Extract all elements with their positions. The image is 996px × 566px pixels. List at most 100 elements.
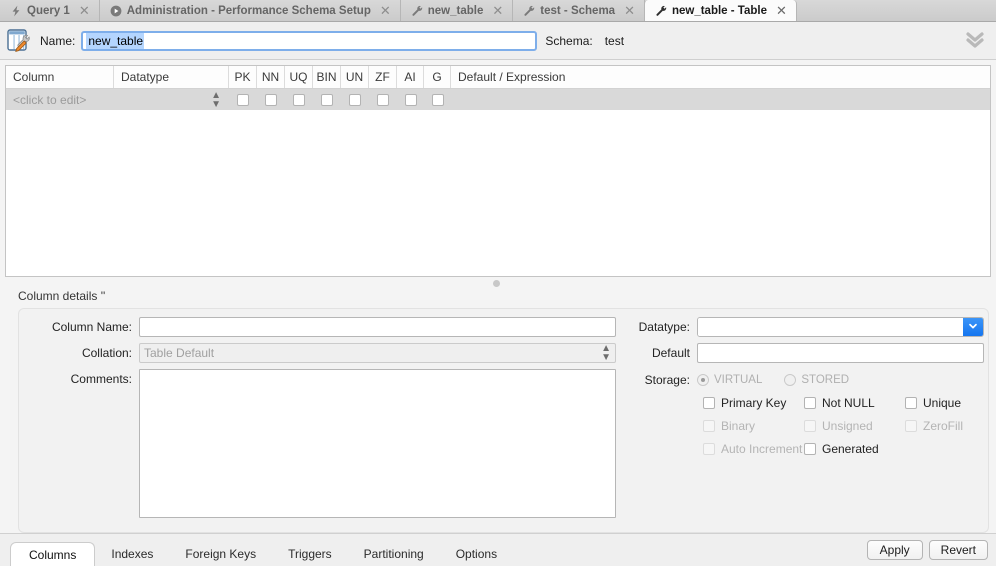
comments-textarea[interactable]	[139, 369, 616, 518]
datatype-label: Datatype:	[638, 320, 690, 334]
table-name-input[interactable]: new_table	[81, 30, 538, 51]
collation-stepper-icon[interactable]: ▲ ▼	[601, 344, 611, 363]
grid-header-pk[interactable]: PK	[229, 66, 257, 88]
apply-button[interactable]: Apply	[866, 540, 923, 560]
grid-header-datatype[interactable]: Datatype	[114, 66, 229, 88]
tab-query-1[interactable]: Query 1 ✕	[0, 0, 100, 21]
tab-foreign-keys[interactable]: Foreign Keys	[169, 542, 272, 566]
cell-default[interactable]	[451, 89, 990, 110]
tab-indexes[interactable]: Indexes	[95, 542, 169, 566]
checkbox-icon	[804, 420, 816, 432]
unsigned-label: Unsigned	[822, 419, 873, 433]
collation-label: Collation:	[81, 346, 132, 360]
tab-label: new_table	[427, 4, 484, 17]
panel-splitter[interactable]	[0, 277, 996, 289]
datatype-dropdown-button[interactable]	[963, 318, 983, 336]
grid-header-ai[interactable]: AI	[397, 66, 424, 88]
name-label: Name:	[40, 33, 76, 48]
generated-checkbox[interactable]: Generated	[804, 442, 905, 456]
datatype-combobox[interactable]	[697, 317, 984, 337]
column-details-left: Column Name: Collation: Table Default ▲ ▼…	[19, 309, 631, 532]
editor-tab-bar: Query 1 ✕ Administration - Performance S…	[0, 0, 996, 22]
tab-close-icon[interactable]: ✕	[492, 4, 503, 17]
cell-pk[interactable]	[229, 89, 257, 110]
auto-increment-checkbox: Auto Increment	[703, 442, 804, 456]
zf-checkbox[interactable]	[377, 93, 389, 106]
cell-ai[interactable]	[397, 89, 424, 110]
tab-label: Administration - Performance Schema Setu…	[126, 4, 371, 17]
cell-bin[interactable]	[313, 89, 341, 110]
cell-zf[interactable]	[369, 89, 397, 110]
table-header: Name: new_table Schema: test	[0, 22, 996, 60]
column-flags-row-3: Auto Increment Generated	[703, 442, 988, 456]
column-flags-grid: Primary Key Not NULL Unique Binary Unsig…	[637, 396, 988, 456]
column-details-panel: Column Name: Collation: Table Default ▲ ▼…	[18, 308, 989, 533]
cell-un[interactable]	[341, 89, 369, 110]
play-circle-icon	[110, 5, 122, 17]
columns-grid-empty-area[interactable]	[6, 110, 990, 276]
checkbox-icon	[703, 420, 715, 432]
uq-checkbox[interactable]	[293, 93, 305, 106]
g-checkbox[interactable]	[431, 93, 444, 106]
tab-new-table-table[interactable]: new_table - Table ✕	[643, 0, 797, 21]
column-details-right: Datatype: Default Storage: VIRTUAL STORE…	[631, 309, 988, 532]
grid-header-nn[interactable]: NN	[257, 66, 285, 88]
comments-row: Comments:	[19, 369, 631, 521]
cell-datatype[interactable]: ▲ ▼	[114, 89, 229, 110]
column-flags-row-1: Primary Key Not NULL Unique	[703, 396, 988, 410]
tab-new-table[interactable]: new_table ✕	[401, 0, 514, 21]
checkbox-icon[interactable]	[804, 397, 816, 409]
cell-g[interactable]	[424, 89, 451, 110]
checkbox-icon[interactable]	[804, 443, 816, 455]
tab-columns[interactable]: Columns	[10, 542, 96, 566]
cell-nn[interactable]	[257, 89, 285, 110]
not-null-checkbox[interactable]: Not NULL	[804, 396, 905, 410]
bin-checkbox[interactable]	[321, 93, 333, 106]
datatype-stepper-icon[interactable]: ▲ ▼	[211, 90, 221, 109]
table-row[interactable]: <click to edit> ▲ ▼	[6, 89, 990, 110]
grid-header-g[interactable]: G	[424, 66, 451, 88]
tab-test-schema[interactable]: test - Schema ✕	[513, 0, 645, 21]
tab-options[interactable]: Options	[440, 542, 513, 566]
tab-close-icon[interactable]: ✕	[380, 4, 391, 17]
cell-column-name[interactable]: <click to edit>	[6, 89, 114, 110]
pk-checkbox[interactable]	[237, 93, 249, 106]
tab-close-icon[interactable]: ✕	[776, 4, 787, 17]
storage-virtual-label: VIRTUAL	[714, 374, 763, 386]
column-name-input[interactable]	[139, 317, 616, 337]
grid-header-zf[interactable]: ZF	[369, 66, 397, 88]
checkbox-icon[interactable]	[703, 397, 715, 409]
default-input[interactable]	[697, 343, 984, 363]
primary-key-checkbox[interactable]: Primary Key	[703, 396, 804, 410]
tab-administration[interactable]: Administration - Performance Schema Setu…	[100, 0, 401, 21]
unique-checkbox[interactable]: Unique	[905, 396, 988, 410]
double-chevron-down-icon	[964, 29, 986, 52]
collation-select[interactable]: Table Default ▲ ▼	[139, 343, 616, 363]
revert-button[interactable]: Revert	[928, 540, 988, 560]
un-checkbox[interactable]	[349, 93, 361, 106]
grid-header-default[interactable]: Default / Expression	[451, 66, 990, 88]
grid-header-column[interactable]: Column	[6, 66, 114, 88]
table-editor-window: Query 1 ✕ Administration - Performance S…	[0, 0, 996, 566]
grid-header-uq[interactable]: UQ	[285, 66, 313, 88]
checkbox-icon[interactable]	[905, 397, 917, 409]
tab-close-icon[interactable]: ✕	[624, 4, 635, 17]
nn-checkbox[interactable]	[265, 93, 277, 106]
checkbox-icon	[703, 443, 715, 455]
tab-bar-filler	[796, 0, 996, 21]
collapse-button[interactable]	[962, 29, 988, 53]
tab-label: Query 1	[27, 4, 70, 17]
storage-stored-label: STORED	[801, 374, 850, 386]
tab-partitioning[interactable]: Partitioning	[348, 542, 440, 566]
grid-header-bin[interactable]: BIN	[313, 66, 341, 88]
splitter-handle-dot[interactable]	[493, 280, 500, 287]
ai-checkbox[interactable]	[404, 93, 417, 106]
datatype-value[interactable]	[698, 318, 963, 336]
tab-close-icon[interactable]: ✕	[79, 4, 90, 17]
storage-row: Storage: VIRTUAL STORED	[637, 370, 988, 390]
tab-triggers[interactable]: Triggers	[272, 542, 348, 566]
grid-header-un[interactable]: UN	[341, 66, 369, 88]
zerofill-checkbox: ZeroFill	[905, 419, 988, 433]
cell-uq[interactable]	[285, 89, 313, 110]
zerofill-label: ZeroFill	[923, 419, 964, 433]
